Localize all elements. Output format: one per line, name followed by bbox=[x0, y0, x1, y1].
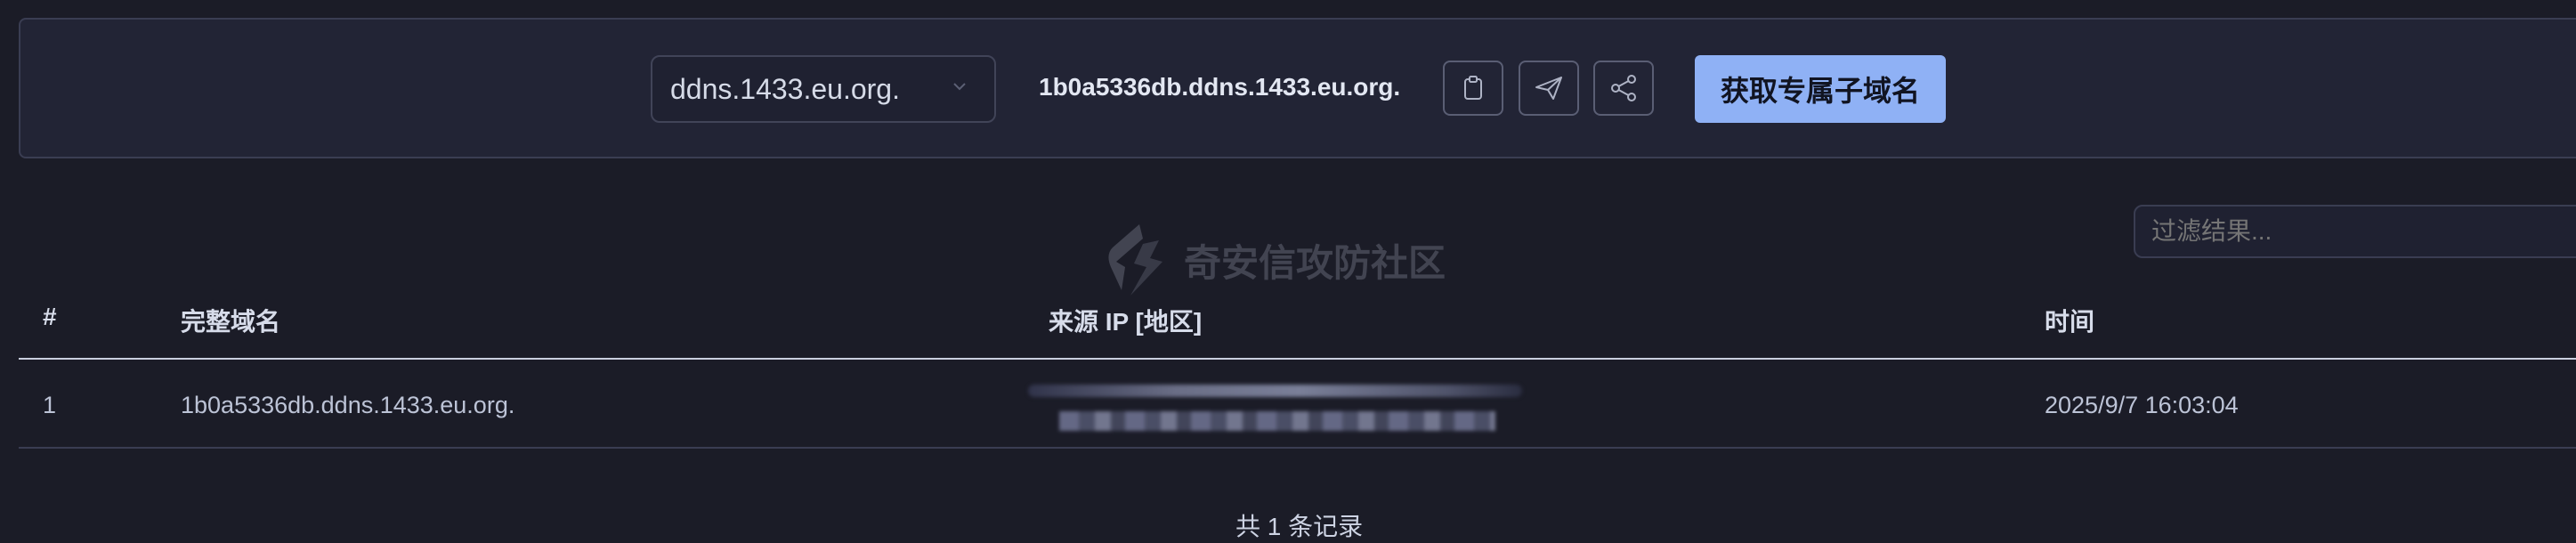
copy-button[interactable] bbox=[1443, 61, 1503, 116]
column-header-source-ip: 来源 IP [地区] bbox=[1049, 308, 1203, 336]
column-header-index: # bbox=[43, 303, 57, 330]
send-icon bbox=[1535, 77, 1562, 100]
table-header-divider bbox=[19, 358, 2576, 360]
table-row-divider bbox=[19, 447, 2576, 449]
domain-select[interactable]: ddns.1433.eu.org. bbox=[651, 55, 996, 123]
watermark: 奇安信攻防社区 bbox=[1104, 223, 1446, 297]
share-button[interactable] bbox=[1593, 61, 1654, 116]
redacted-ip-region bbox=[1059, 411, 1495, 431]
row-domain: 1b0a5336db.ddns.1433.eu.org. bbox=[181, 392, 515, 418]
redacted-ip bbox=[1028, 385, 1522, 397]
domain-select-value: ddns.1433.eu.org. bbox=[670, 73, 900, 105]
lightning-logo-icon bbox=[1108, 224, 1162, 296]
column-header-domain: 完整域名 bbox=[181, 308, 281, 336]
row-index: 1 bbox=[43, 392, 57, 418]
send-button[interactable] bbox=[1519, 61, 1579, 116]
subdomain-text: 1b0a5336db.ddns.1433.eu.org. bbox=[1039, 73, 1401, 101]
clipboard-icon bbox=[1464, 76, 1482, 100]
row-time: 2025/9/7 16:03:04 bbox=[2045, 392, 2239, 418]
record-count: 共 1 条记录 bbox=[1235, 513, 1364, 540]
share-icon bbox=[1611, 75, 1636, 101]
column-header-time: 时间 bbox=[2045, 308, 2095, 336]
get-subdomain-button[interactable]: 获取专属子域名 bbox=[1695, 55, 1946, 123]
chevron-down-icon bbox=[953, 83, 966, 91]
watermark-text: 奇安信攻防社区 bbox=[1184, 241, 1446, 284]
filter-input[interactable] bbox=[2134, 205, 2576, 258]
